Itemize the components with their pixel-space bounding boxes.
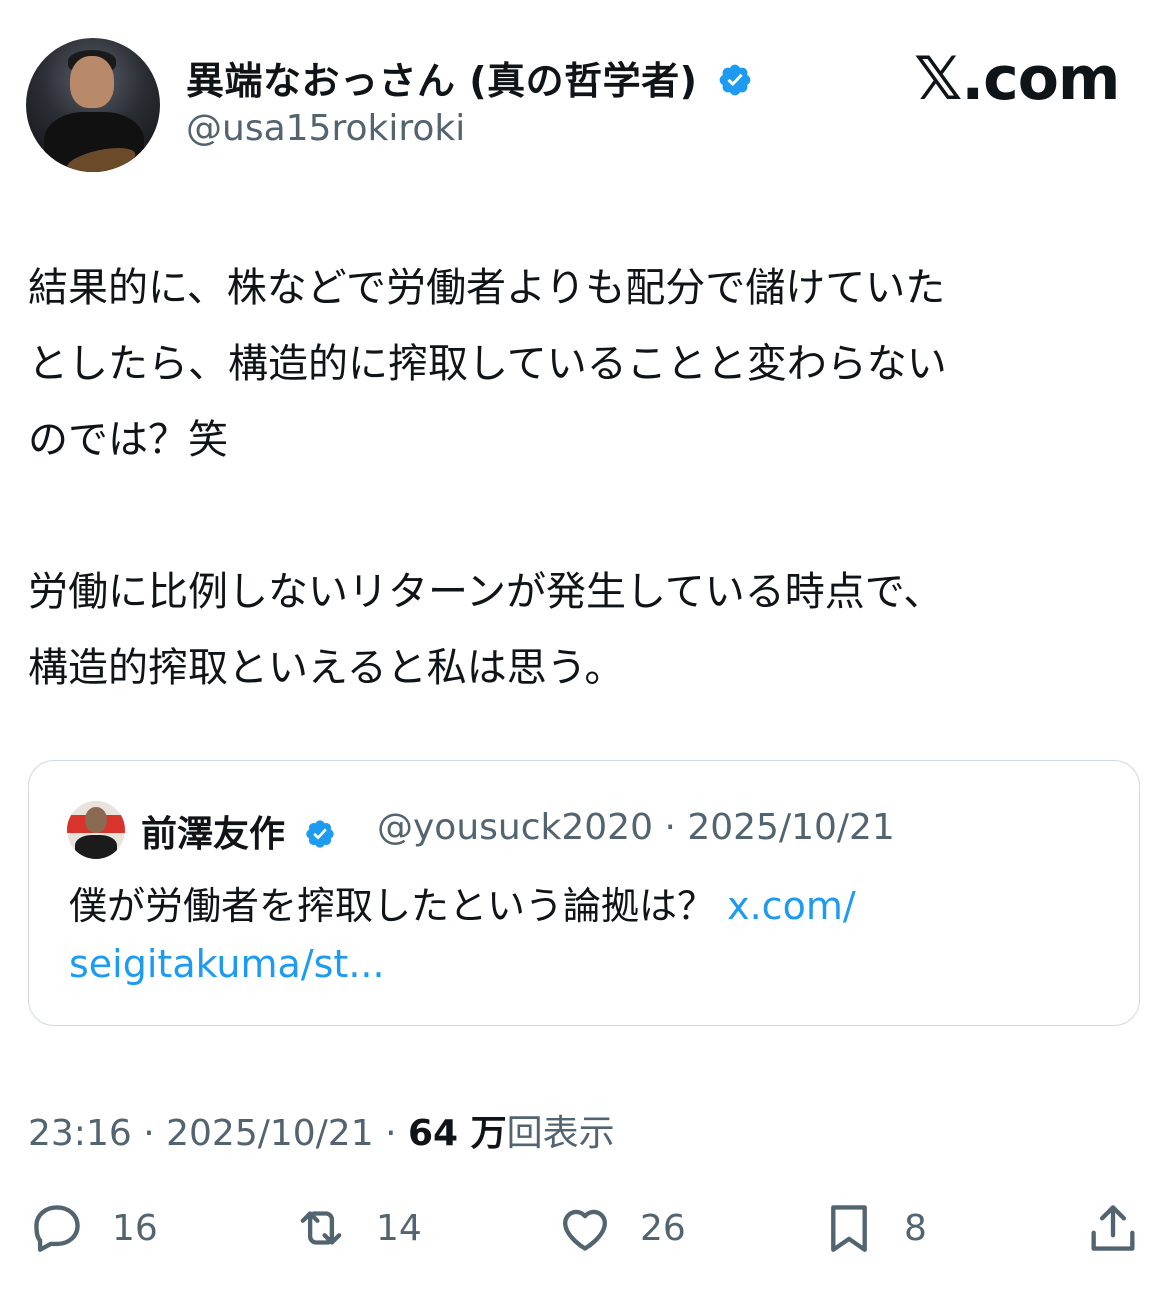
avatar-face	[85, 807, 107, 833]
avatar-face	[70, 56, 114, 108]
retweet-count: 14	[376, 1207, 422, 1249]
author-handle[interactable]: @usa15rokiroki	[186, 108, 465, 149]
quoted-author-name: 前澤友作	[141, 805, 336, 857]
link-part-1[interactable]: x.com/	[727, 884, 856, 928]
tweet-timestamp: 23:16 · 2025/10/21 · 64 万回表示	[28, 1104, 615, 1156]
like-count: 26	[640, 1207, 686, 1249]
meta-separator: ·	[143, 1113, 155, 1154]
action-bar: 16 14 26 8	[0, 1196, 1170, 1260]
quoted-author-name-text: 前澤友作	[141, 814, 286, 855]
quoted-tweet-body: 僕が労働者を搾取したという論拠は？	[69, 884, 716, 928]
share-icon	[1091, 1205, 1135, 1251]
quoted-tweet-text: 僕が労働者を搾取したという論拠は？ x.com/seigitakuma/st..…	[69, 877, 1069, 993]
like-button[interactable]: 26	[556, 1196, 686, 1260]
avatar-body	[75, 835, 117, 859]
reply-count: 16	[112, 1207, 158, 1249]
bookmark-icon	[831, 1205, 867, 1252]
verified-badge-icon	[719, 64, 751, 96]
author-avatar[interactable]	[26, 38, 160, 172]
heart-icon	[563, 1209, 607, 1251]
bookmark-count: 8	[904, 1207, 927, 1249]
verified-badge-icon	[305, 820, 334, 848]
tweet-text-paragraph-2: 労働に比例しないリターンが発生している時点で、 構造的搾取といえると私は思う。	[28, 569, 944, 691]
author-display-name[interactable]: 異端なおっさん (真の哲学者)	[186, 50, 753, 105]
views-count: 64 万	[407, 1113, 507, 1154]
reply-button[interactable]: 16	[28, 1196, 158, 1260]
share-button[interactable]	[1084, 1196, 1142, 1260]
quoted-author-handle: @yousuck2020	[377, 807, 653, 848]
views-label: 回表示	[506, 1113, 615, 1154]
tweet-date[interactable]: 2025/10/21	[166, 1113, 374, 1154]
quoted-tweet-date: 2025/10/21	[687, 807, 895, 848]
quoted-author-avatar	[67, 801, 125, 859]
reply-icon	[34, 1205, 80, 1252]
meta-separator: ·	[385, 1113, 397, 1154]
meta-separator: ·	[664, 807, 676, 848]
author-name-text[interactable]: 異端なおっさん (真の哲学者)	[186, 59, 697, 103]
tweet-text-paragraph-1: 結果的に、株などで労働者よりも配分で儲けていた としたら、構造的に搾取しているこ…	[28, 265, 947, 463]
x-brand-logo: 𝕏.com	[914, 44, 1120, 114]
quoted-tweet-meta: @yousuck2020 · 2025/10/21	[377, 807, 895, 848]
link-part-2[interactable]: seigitakuma/st...	[69, 942, 385, 986]
retweet-button[interactable]: 14	[292, 1196, 422, 1260]
retweet-icon	[300, 1211, 342, 1245]
tweet-time[interactable]: 23:16	[28, 1113, 132, 1154]
bookmark-button[interactable]: 8	[820, 1196, 927, 1260]
quoted-tweet-card[interactable]: 前澤友作 @yousuck2020 · 2025/10/21 僕が労働者を搾取し…	[28, 760, 1140, 1026]
